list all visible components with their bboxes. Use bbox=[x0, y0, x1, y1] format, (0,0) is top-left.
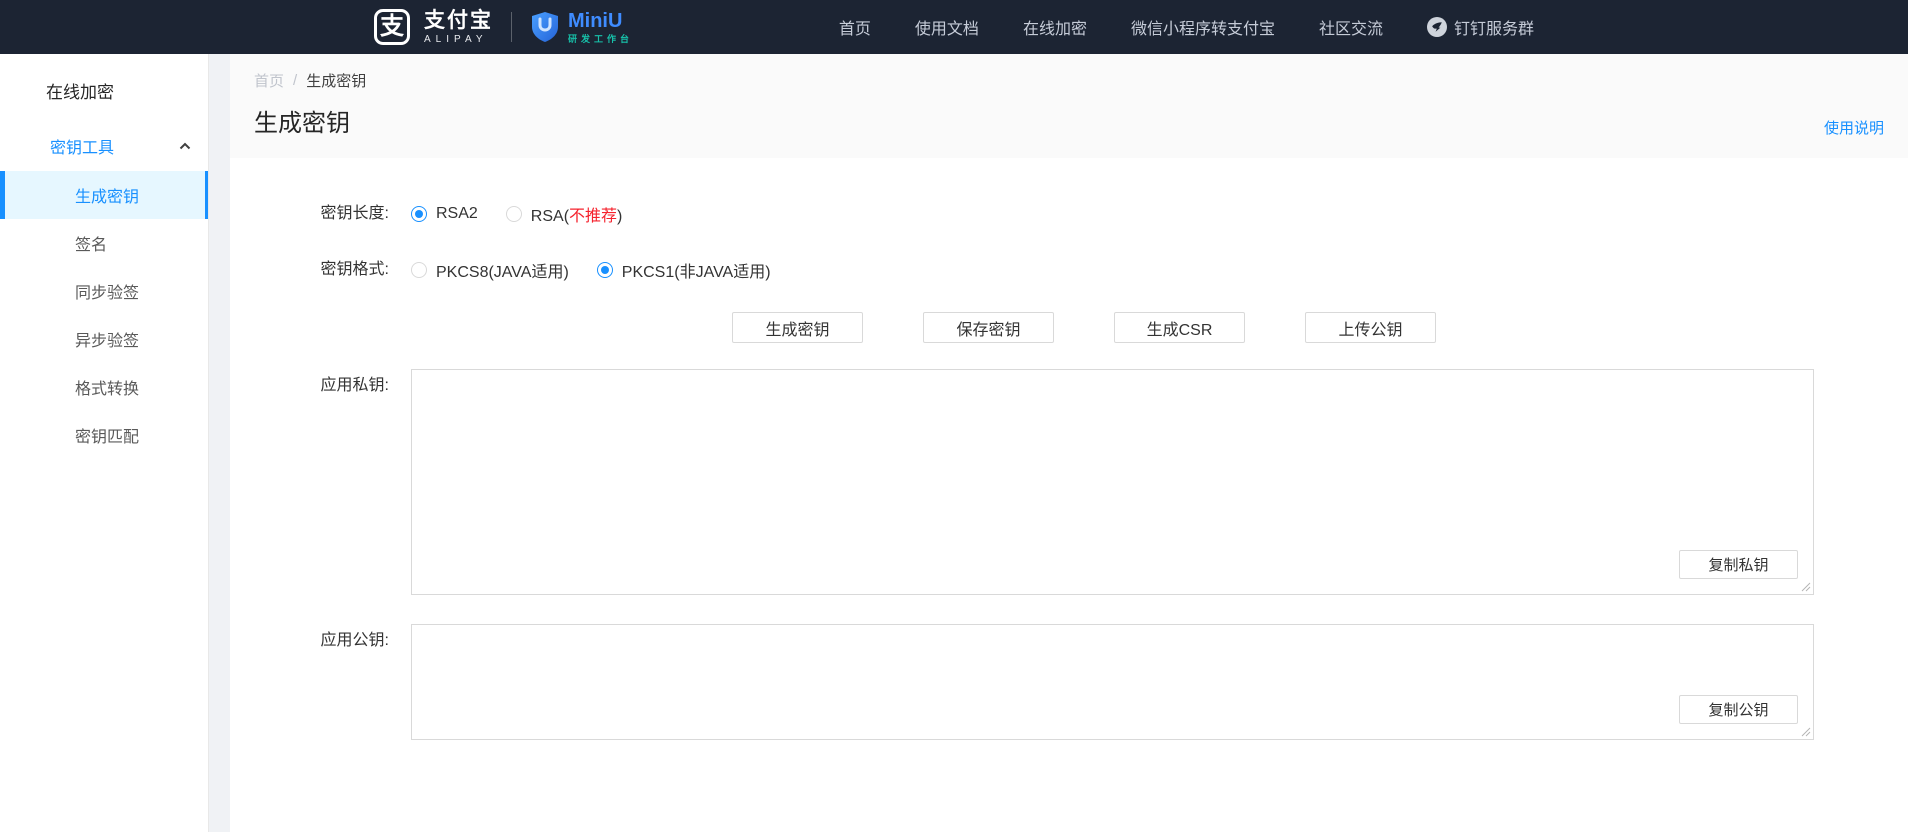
public-key-row: 应用公钥: 复制公钥 bbox=[230, 624, 1908, 740]
key-format-row: 密钥格式: PKCS8(JAVA适用) PKCS1(非JAVA适用) bbox=[230, 254, 1908, 286]
radio-rsa-label: RSA(不推荐) bbox=[531, 202, 623, 226]
radio-unselected-icon[interactable] bbox=[411, 262, 427, 278]
private-key-textarea-wrap: 复制私钥 bbox=[411, 369, 1814, 595]
radio-selected-icon[interactable] bbox=[597, 262, 613, 278]
nav-item-dingtalk-group[interactable]: 钉钉服务群 bbox=[1427, 15, 1534, 39]
title-row: 生成密钥 使用说明 bbox=[254, 103, 1884, 138]
private-key-textarea[interactable] bbox=[412, 370, 1813, 594]
key-length-label: 密钥长度: bbox=[230, 198, 411, 230]
miniu-logo: MiniU 研发工作台 bbox=[530, 11, 633, 44]
action-buttons: 生成密钥 保存密钥 生成CSR 上传公钥 bbox=[732, 312, 1908, 343]
generate-csr-button[interactable]: 生成CSR bbox=[1114, 312, 1245, 343]
page-title: 生成密钥 bbox=[254, 103, 350, 138]
dingtalk-icon bbox=[1427, 17, 1447, 37]
nav-item-community[interactable]: 社区交流 bbox=[1319, 15, 1383, 39]
page-header: 首页 / 生成密钥 生成密钥 使用说明 bbox=[230, 54, 1908, 158]
save-key-button[interactable]: 保存密钥 bbox=[923, 312, 1054, 343]
key-format-label: 密钥格式: bbox=[230, 254, 411, 286]
breadcrumb: 首页 / 生成密钥 bbox=[254, 70, 1884, 91]
resize-grip-icon[interactable] bbox=[1801, 582, 1811, 592]
sidebar-item-label: 生成密钥 bbox=[75, 183, 139, 207]
sidebar-item-label: 同步验签 bbox=[75, 279, 139, 303]
public-key-textarea-wrap: 复制公钥 bbox=[411, 624, 1814, 740]
breadcrumb-separator: / bbox=[293, 72, 297, 89]
nav-item-home[interactable]: 首页 bbox=[839, 15, 871, 39]
content-area: 首页 / 生成密钥 生成密钥 使用说明 密钥长度: RSA2 bbox=[230, 54, 1908, 832]
action-buttons-row: 生成密钥 保存密钥 生成CSR 上传公钥 bbox=[230, 312, 1908, 343]
sidebar-group-label: 密钥工具 bbox=[50, 134, 114, 158]
nav-item-wechat-to-alipay[interactable]: 微信小程序转支付宝 bbox=[1131, 15, 1275, 39]
radio-rsa2[interactable]: RSA2 bbox=[411, 205, 478, 223]
radio-pkcs1-label: PKCS1(非JAVA适用) bbox=[622, 258, 771, 282]
logo-area[interactable]: 支 支付宝 ALIPAY MiniU bbox=[374, 9, 633, 45]
sidebar-item-format-convert[interactable]: 格式转换 bbox=[0, 363, 208, 411]
top-header: 支 支付宝 ALIPAY MiniU bbox=[0, 0, 1908, 54]
rsa-label-suffix: ) bbox=[617, 208, 622, 225]
miniu-name: MiniU bbox=[568, 11, 633, 31]
sidebar-item-label: 密钥匹配 bbox=[75, 423, 139, 447]
breadcrumb-current: 生成密钥 bbox=[306, 70, 366, 91]
sidebar-item-sync-verify[interactable]: 同步验签 bbox=[0, 267, 208, 315]
public-key-control: 复制公钥 bbox=[411, 624, 1908, 740]
sidebar-item-key-match[interactable]: 密钥匹配 bbox=[0, 411, 208, 459]
private-key-row: 应用私钥: 复制私钥 bbox=[230, 369, 1908, 595]
copy-public-key-button[interactable]: 复制公钥 bbox=[1679, 695, 1798, 724]
sidebar-menu: 生成密钥 签名 同步验签 异步验签 格式转换 密钥匹配 bbox=[0, 171, 208, 459]
miniu-subtitle: 研发工作台 bbox=[568, 35, 633, 44]
chevron-up-icon bbox=[179, 142, 191, 150]
copy-private-key-button[interactable]: 复制私钥 bbox=[1679, 550, 1798, 579]
sidebar-item-generate-key[interactable]: 生成密钥 bbox=[0, 171, 208, 219]
alipay-subtitle: ALIPAY bbox=[424, 35, 493, 45]
page-body: 密钥长度: RSA2 RSA(不推荐) 密钥格式: bbox=[230, 158, 1908, 832]
alipay-name: 支付宝 bbox=[424, 10, 493, 31]
sidebar-item-label: 签名 bbox=[75, 231, 107, 255]
top-nav: 首页 使用文档 在线加密 微信小程序转支付宝 社区交流 钉钉服务群 bbox=[839, 15, 1534, 39]
radio-selected-icon[interactable] bbox=[411, 206, 427, 222]
key-format-options: PKCS8(JAVA适用) PKCS1(非JAVA适用) bbox=[411, 254, 1908, 286]
private-key-label: 应用私钥: bbox=[230, 369, 411, 595]
key-length-row: 密钥长度: RSA2 RSA(不推荐) bbox=[230, 198, 1908, 230]
rsa-not-recommended: 不推荐 bbox=[569, 208, 617, 225]
buttons-row-spacer bbox=[230, 312, 411, 343]
miniu-wordmark: MiniU 研发工作台 bbox=[568, 11, 633, 44]
rsa-label-prefix: RSA( bbox=[531, 208, 569, 225]
radio-unselected-icon[interactable] bbox=[506, 206, 522, 222]
nav-item-docs[interactable]: 使用文档 bbox=[915, 15, 979, 39]
sidebar-item-async-verify[interactable]: 异步验签 bbox=[0, 315, 208, 363]
radio-pkcs1[interactable]: PKCS1(非JAVA适用) bbox=[597, 258, 771, 282]
header-inner: 支 支付宝 ALIPAY MiniU bbox=[374, 0, 1534, 54]
radio-pkcs8[interactable]: PKCS8(JAVA适用) bbox=[411, 258, 569, 282]
sidebar-group-key-tools[interactable]: 密钥工具 bbox=[0, 133, 208, 159]
sidebar-title: 在线加密 bbox=[0, 54, 208, 103]
logo-divider bbox=[511, 12, 512, 42]
public-key-label: 应用公钥: bbox=[230, 624, 411, 740]
private-key-control: 复制私钥 bbox=[411, 369, 1908, 595]
alipay-wordmark: 支付宝 ALIPAY bbox=[424, 10, 493, 45]
alipay-logo-icon: 支 bbox=[374, 9, 410, 45]
miniu-shield-icon bbox=[530, 11, 560, 43]
upload-public-key-button[interactable]: 上传公钥 bbox=[1305, 312, 1436, 343]
alipay-glyph: 支 bbox=[380, 15, 404, 39]
generate-key-button[interactable]: 生成密钥 bbox=[732, 312, 863, 343]
sidebar-item-label: 异步验签 bbox=[75, 327, 139, 351]
main-layout: 在线加密 密钥工具 生成密钥 签名 同步验签 异步验签 格式转换 bbox=[0, 54, 1908, 832]
public-key-textarea[interactable] bbox=[412, 625, 1813, 739]
sidebar-item-label: 格式转换 bbox=[75, 375, 139, 399]
sidebar: 在线加密 密钥工具 生成密钥 签名 同步验签 异步验签 格式转换 bbox=[0, 54, 209, 832]
sidebar-item-sign[interactable]: 签名 bbox=[0, 219, 208, 267]
nav-item-online-encrypt[interactable]: 在线加密 bbox=[1023, 15, 1087, 39]
radio-pkcs8-label: PKCS8(JAVA适用) bbox=[436, 258, 569, 282]
resize-grip-icon[interactable] bbox=[1801, 727, 1811, 737]
radio-rsa2-label: RSA2 bbox=[436, 205, 478, 223]
dingtalk-label: 钉钉服务群 bbox=[1454, 15, 1534, 39]
breadcrumb-home[interactable]: 首页 bbox=[254, 70, 284, 91]
radio-rsa[interactable]: RSA(不推荐) bbox=[506, 202, 623, 226]
usage-help-link[interactable]: 使用说明 bbox=[1824, 117, 1884, 138]
key-length-options: RSA2 RSA(不推荐) bbox=[411, 198, 1908, 230]
